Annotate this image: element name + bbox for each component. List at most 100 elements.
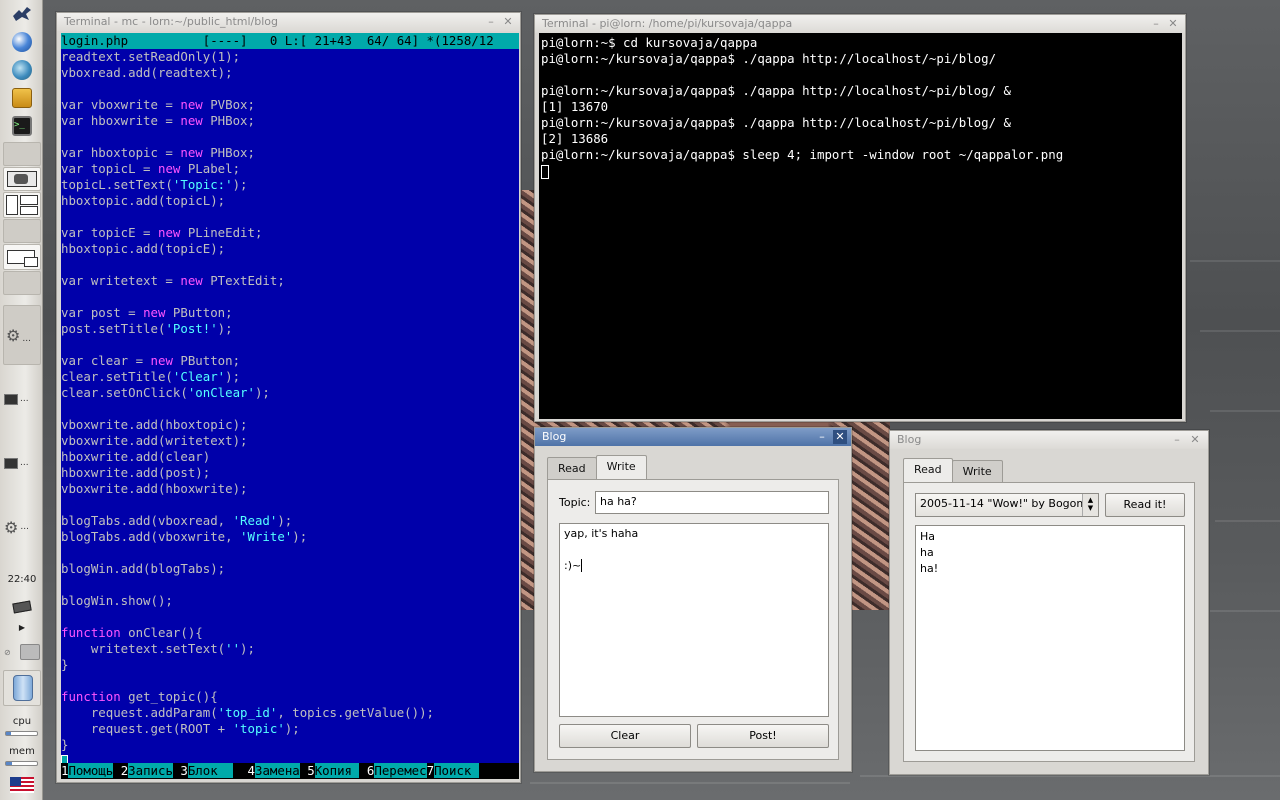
close-icon[interactable]: ✕ [833, 430, 847, 444]
topic-label: Topic: [559, 496, 591, 509]
minimize-icon[interactable]: – [815, 430, 829, 444]
post-text-line: Ha [920, 530, 936, 543]
code-line: vboxwrite.add(writetext); [61, 433, 248, 448]
code-line: clear.setTitle('Clear'); [61, 369, 241, 384]
mc-terminal-window[interactable]: Terminal - mc - lorn:~/public_html/blog … [56, 12, 521, 783]
fkey-label[interactable]: Поиск [434, 763, 479, 778]
fkey-label[interactable]: Копия [314, 763, 360, 778]
fkey-label[interactable]: Помощь [68, 763, 114, 778]
code-line: var topicE = new PLineEdit; [61, 225, 263, 240]
code-line: hboxtopic.add(topicL); [61, 193, 226, 208]
pager-desktop-2[interactable] [3, 167, 41, 191]
blog-write-titlebar[interactable]: Blog – ✕ [535, 428, 851, 446]
read-it-button[interactable]: Read it! [1105, 493, 1185, 517]
fkey-number: 7 [426, 763, 435, 778]
trash-icon [13, 675, 33, 701]
browser-icon[interactable] [4, 31, 40, 53]
code-line: hboxwrite.add(post); [61, 465, 211, 480]
blog-read-window[interactable]: Blog – ✕ Read Write 2005-11-14 "Wow!" by… [889, 430, 1209, 775]
chip-icon [4, 598, 40, 616]
topic-select-value: 2005-11-14 "Wow!" by Bogomar [920, 497, 1099, 510]
code-line: request.addParam('top_id', topics.getVal… [61, 705, 434, 720]
terminal-line: pi@lorn:~/kursovaja/qappa$ ./qappa http:… [541, 115, 1011, 130]
tab-write[interactable]: Write [951, 460, 1003, 482]
close-icon[interactable]: ✕ [1188, 433, 1202, 447]
blog-tabs: Read Write [547, 455, 647, 479]
terminal-icon [4, 457, 18, 469]
post-text-view[interactable]: Ha ha ha! [915, 525, 1185, 751]
code-line: var topicL = new PLabel; [61, 161, 241, 176]
gear-icon: ⚙ [6, 326, 21, 345]
pager-desktop-3[interactable] [3, 192, 41, 218]
pager-desktop-1[interactable] [3, 142, 41, 166]
kde-icon[interactable] [4, 3, 40, 25]
trash-applet[interactable] [3, 670, 41, 706]
minimize-icon[interactable]: – [1149, 17, 1163, 31]
fkey-label[interactable]: Перемес [374, 763, 427, 778]
bash-window-titlebar[interactable]: Terminal - pi@lorn: /home/pi/kursovaja/q… [535, 15, 1185, 33]
terminal-line: pi@lorn:~/kursovaja/qappa$ ./qappa http:… [541, 51, 997, 66]
tray-applet[interactable]: ⊘ [4, 643, 40, 661]
window-title: Blog [542, 430, 567, 443]
fkey-number: 2 [113, 763, 129, 778]
taskbar-item-blog[interactable]: ⚙... [4, 517, 40, 537]
code-line: var hboxtopic = new PHBox; [61, 145, 255, 160]
mc-window-titlebar[interactable]: Terminal - mc - lorn:~/public_html/blog … [57, 13, 520, 31]
terminal-line: [1] 13670 [541, 99, 609, 114]
taskbar-group[interactable]: ⚙... [3, 305, 41, 365]
code-line: vboxwrite.add(hboxtopic); [61, 417, 248, 432]
post-button[interactable]: Post! [697, 724, 829, 748]
blog-read-titlebar[interactable]: Blog – ✕ [890, 431, 1208, 449]
notes-icon[interactable] [4, 87, 40, 109]
read-tab-pane: 2005-11-14 "Wow!" by Bogomar ▲ ▼ Read it!… [903, 482, 1195, 762]
code-line: topicL.setText('Topic:'); [61, 177, 248, 192]
close-icon[interactable]: ✕ [1166, 17, 1180, 31]
arrow-right-icon[interactable]: ▶ [2, 623, 42, 632]
cpu-meter [5, 731, 38, 736]
minimize-icon[interactable]: – [484, 15, 498, 29]
post-text-line: yap, it's haha [564, 527, 639, 540]
tab-write[interactable]: Write [595, 455, 647, 479]
terminal-line: pi@lorn:~/kursovaja/qappa$ ./qappa http:… [541, 83, 1011, 98]
topic-input[interactable]: ha ha? [595, 491, 829, 514]
pager-desktop-5[interactable] [3, 244, 41, 270]
minimize-icon[interactable]: – [1170, 433, 1184, 447]
editor-status-line: login.php [----] 0 L:[ 21+43 64/ 64] *(1… [61, 33, 519, 49]
editor-text[interactable]: readtext.setReadOnly(1); vboxread.add(rea… [61, 49, 519, 753]
terminal-icon[interactable]: >_ [4, 115, 40, 137]
code-line: } [61, 737, 69, 752]
window-title: Blog [897, 433, 922, 446]
taskbar-item-terminal-2[interactable]: ... [4, 454, 40, 472]
fkey-number: 5 [299, 763, 315, 778]
terminal-line: [2] 13686 [541, 131, 609, 146]
code-line: var hboxwrite = new PHBox; [61, 113, 255, 128]
tab-read[interactable]: Read [547, 457, 597, 479]
terminal-output[interactable]: pi@lorn:~$ cd kursovaja/qappa pi@lorn:~/k… [539, 33, 1182, 419]
code-line: function get_topic(){ [61, 689, 218, 704]
spin-arrows-icon: ▲ ▼ [1082, 494, 1098, 516]
bash-terminal-window[interactable]: Terminal - pi@lorn: /home/pi/kursovaja/q… [534, 14, 1186, 422]
topic-select[interactable]: 2005-11-14 "Wow!" by Bogomar ▲ ▼ [915, 493, 1099, 517]
fkey-label[interactable]: Запись [128, 763, 173, 778]
post-text-editor[interactable]: yap, it's haha :)~ [559, 523, 829, 717]
mc-editor[interactable]: login.php [----] 0 L:[ 21+43 64/ 64] *(1… [61, 33, 519, 779]
post-text-line: ha [920, 546, 934, 559]
clear-button[interactable]: Clear [559, 724, 691, 748]
pager-desktop-4[interactable] [3, 219, 41, 243]
pager-desktop-6[interactable] [3, 271, 41, 295]
fkey-label[interactable]: Замена [255, 763, 300, 778]
tab-read[interactable]: Read [903, 458, 953, 482]
fkey-label[interactable]: Блок [187, 763, 233, 778]
close-icon[interactable]: ✕ [501, 15, 515, 29]
network-icon[interactable] [4, 59, 40, 81]
us-flag-icon[interactable] [4, 775, 40, 795]
blog-write-window[interactable]: Blog – ✕ Read Write Topic: ha ha? yap, i… [534, 427, 852, 772]
taskbar-item-terminal[interactable]: ... [4, 390, 40, 408]
